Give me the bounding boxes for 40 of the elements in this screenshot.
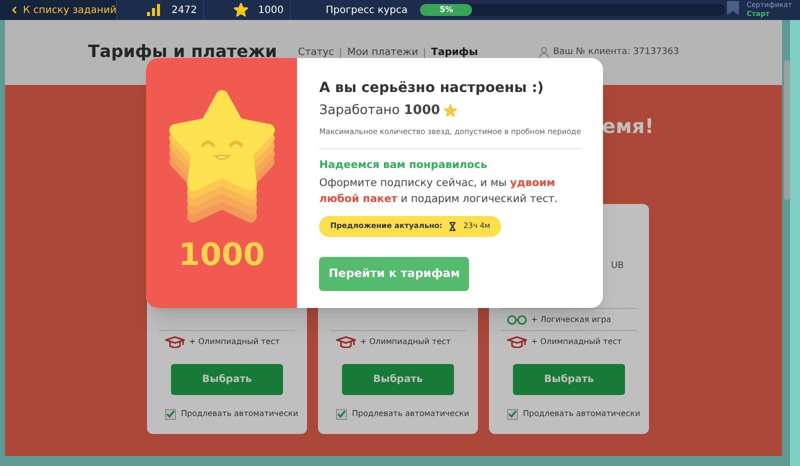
user-icon bbox=[539, 47, 550, 58]
feature-text: + Олимпиадный тест bbox=[360, 336, 451, 348]
stars-count: 1000 bbox=[178, 240, 265, 271]
graduation-cap-icon bbox=[165, 336, 185, 348]
choose-button[interactable]: Выбрать bbox=[513, 364, 625, 395]
modal-title: А вы серьёзно настроены :) bbox=[319, 79, 545, 98]
star-icon bbox=[234, 3, 248, 17]
scrollbar[interactable] bbox=[784, 60, 790, 200]
page-title: Тарифы и платежи bbox=[88, 40, 278, 64]
choose-button[interactable]: Выбрать bbox=[342, 364, 454, 395]
checkbox[interactable] bbox=[165, 408, 176, 420]
checkbox[interactable] bbox=[507, 408, 518, 420]
price-fragment: UB bbox=[611, 260, 624, 273]
breadcrumb-link[interactable]: Статус bbox=[298, 45, 334, 60]
breadcrumb-link[interactable]: Тарифы bbox=[431, 45, 478, 60]
feature-text: + Олимпиадный тест bbox=[189, 336, 280, 348]
earned-text: Заработано 1000 bbox=[319, 102, 440, 120]
client-number: Ваш № клиента: 37137363 bbox=[553, 46, 679, 59]
star-icon bbox=[444, 104, 458, 118]
graduation-cap-icon bbox=[336, 336, 356, 348]
chevron-left-icon bbox=[12, 6, 17, 14]
graduation-cap-icon bbox=[507, 336, 527, 348]
checkbox-label: Продлевать автоматически bbox=[352, 408, 470, 420]
feature-text: + Логическая игра bbox=[531, 314, 612, 326]
checkbox-label: Продлевать автоматически bbox=[181, 408, 298, 420]
choose-button[interactable]: Выбрать bbox=[171, 364, 283, 395]
bar-chart-icon bbox=[147, 4, 162, 16]
checkbox-label: Продлевать автоматически bbox=[523, 408, 640, 420]
banner-heading: емя! bbox=[602, 113, 654, 140]
stat-value: 1000 bbox=[258, 4, 284, 18]
modal-subtitle: Надеемся вам понравилось bbox=[319, 158, 488, 173]
stat-value: 2472 bbox=[171, 4, 197, 18]
progress-label: Прогресс курса bbox=[326, 4, 408, 18]
breadcrumb-link[interactable]: Мои платежи bbox=[347, 45, 418, 60]
offer-message: Оформите подписку сейчас, и мы удвоим любой пакет и подарим логический тест. bbox=[319, 176, 559, 206]
back-link[interactable]: К списку заданий bbox=[0, 0, 116, 20]
hourglass-icon bbox=[449, 222, 456, 230]
checkbox[interactable] bbox=[336, 408, 347, 420]
glasses-icon bbox=[507, 314, 527, 326]
feature-text: + Олимпиадный тест bbox=[531, 336, 622, 348]
